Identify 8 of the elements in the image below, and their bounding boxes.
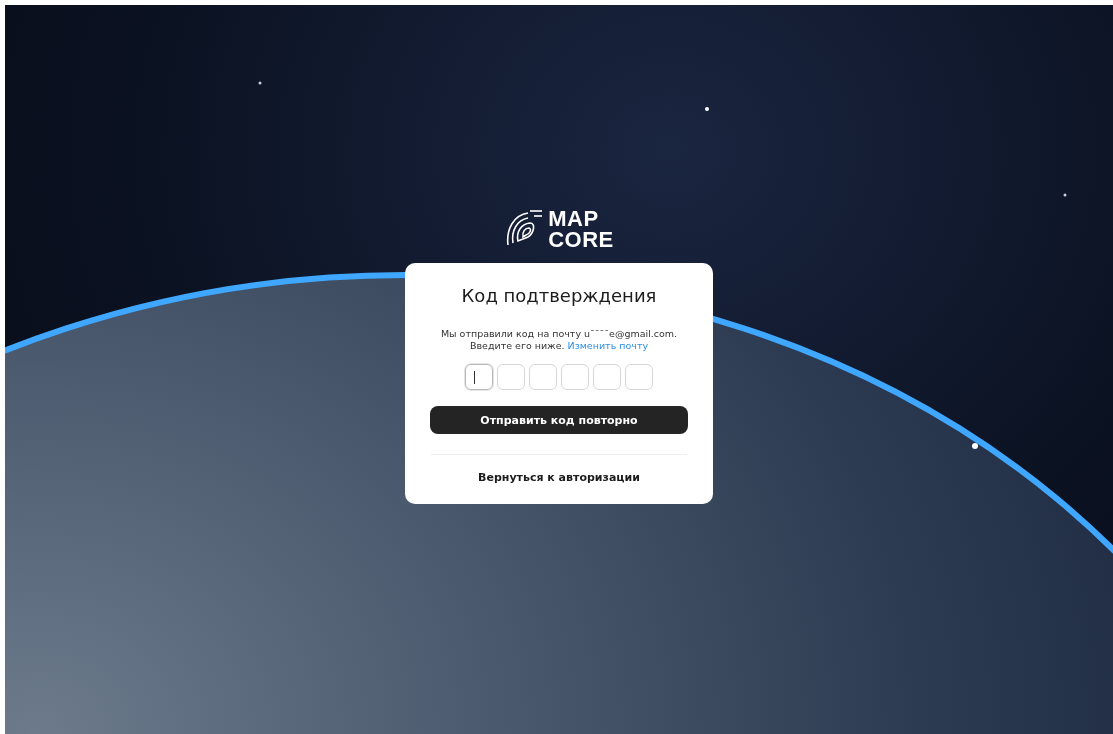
info-text: Мы отправили код на почту u¯¯¯¯e@gmail.com. [440,328,678,340]
info-text: Введите его ниже. Изменить почту [469,340,649,352]
change-email-link[interactable]: Изменить почту [567,340,649,351]
card-title: Код подтверждения [461,285,657,306]
logo-text: MAP [548,208,600,229]
logo-text: CORE [548,229,614,250]
back-to-login-link[interactable]: Вернуться к авторизации [478,471,640,484]
resend-code-button[interactable]: Отправить код повторно [430,406,688,434]
